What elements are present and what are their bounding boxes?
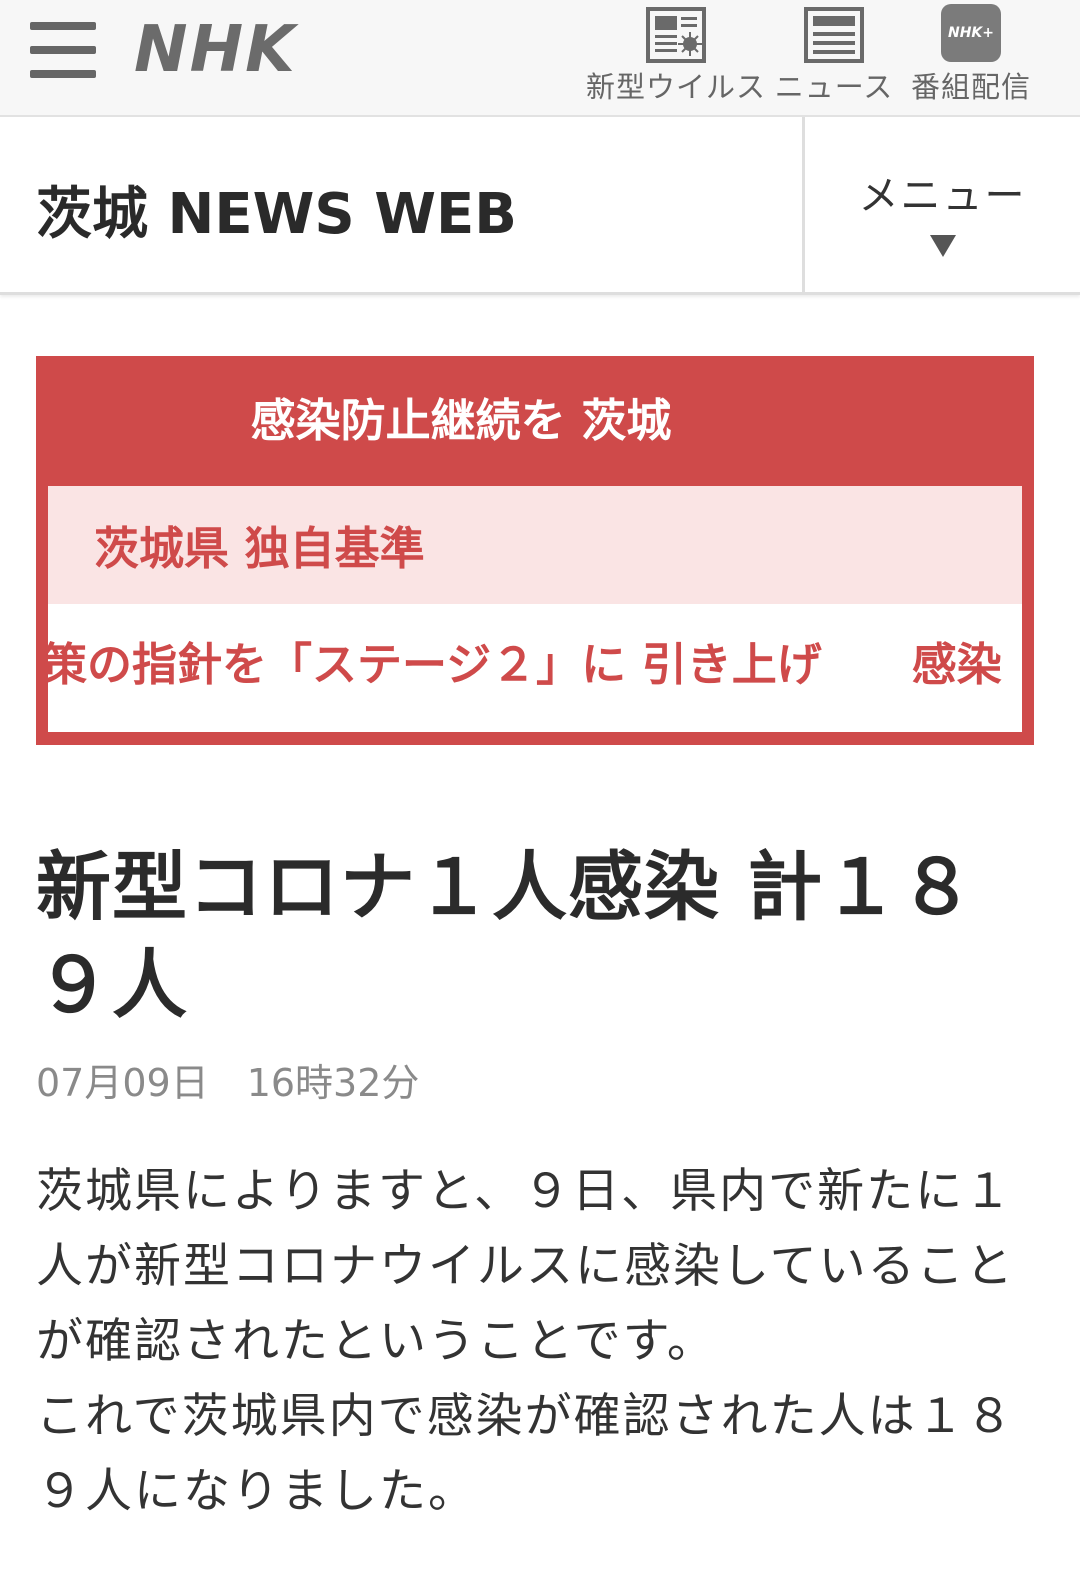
banner-title: 感染防止継続を 茨城 (250, 394, 672, 447)
nav-item-new-virus[interactable]: 新型ウイルス (586, 4, 766, 112)
article-headline: 新型コロナ１人感染 計１８９人 (36, 843, 976, 1029)
site-title[interactable]: 茨城 NEWS WEB (36, 169, 517, 250)
banner-subtitle-box: 茨城県 独自基準 (48, 486, 1022, 604)
banner-content: 茨城県 独自基準 策の指針を「ステージ２」に 引き上げ 感染 (48, 486, 1022, 732)
nav-label: 新型ウイルス (586, 70, 767, 104)
hamburger-menu-icon[interactable] (30, 22, 96, 78)
article-paragraph: これで茨城県内で感染が確認された人は１８９人になりました。 (36, 1389, 1015, 1519)
article-datetime: 07月09日 16時32分 (36, 1061, 420, 1105)
menu-label: メニュー (858, 173, 1027, 219)
nav-label: 番組配信 (910, 70, 1031, 104)
nav-item-news[interactable]: ニュース (774, 4, 894, 112)
alert-banner[interactable]: 感染防止継続を 茨城 茨城県 独自基準 策の指針を「ステージ２」に 引き上げ 感… (36, 356, 1034, 745)
nhk-top-bar: NHK 新型ウイルス ニュース NHK+ 番組配信 (0, 0, 1080, 117)
banner-subtitle: 茨城県 独自基準 (94, 522, 425, 575)
nav-label: ニュース (774, 70, 894, 104)
nhk-plus-icon: NHK+ (941, 4, 1001, 62)
menu-button[interactable]: メニュー (805, 117, 1080, 295)
nhk-logo[interactable]: NHK (134, 14, 297, 86)
chevron-down-icon (929, 235, 956, 257)
article-paragraph: 茨城県によりますと、９日、県内で新たに１人が新型コロナウイルスに感染していること… (36, 1164, 1015, 1369)
newspaper-icon (804, 7, 864, 63)
nav-item-program-streaming[interactable]: NHK+ 番組配信 (908, 4, 1034, 112)
banner-ticker: 策の指針を「ステージ２」に 引き上げ 感染 (48, 638, 1002, 691)
article-body: 茨城県によりますと、９日、県内で新たに１人が新型コロナウイルスに感染していること… (36, 1154, 1046, 1529)
local-news-header: 茨城 NEWS WEB メニュー (0, 117, 1080, 295)
virus-news-icon (646, 7, 706, 63)
